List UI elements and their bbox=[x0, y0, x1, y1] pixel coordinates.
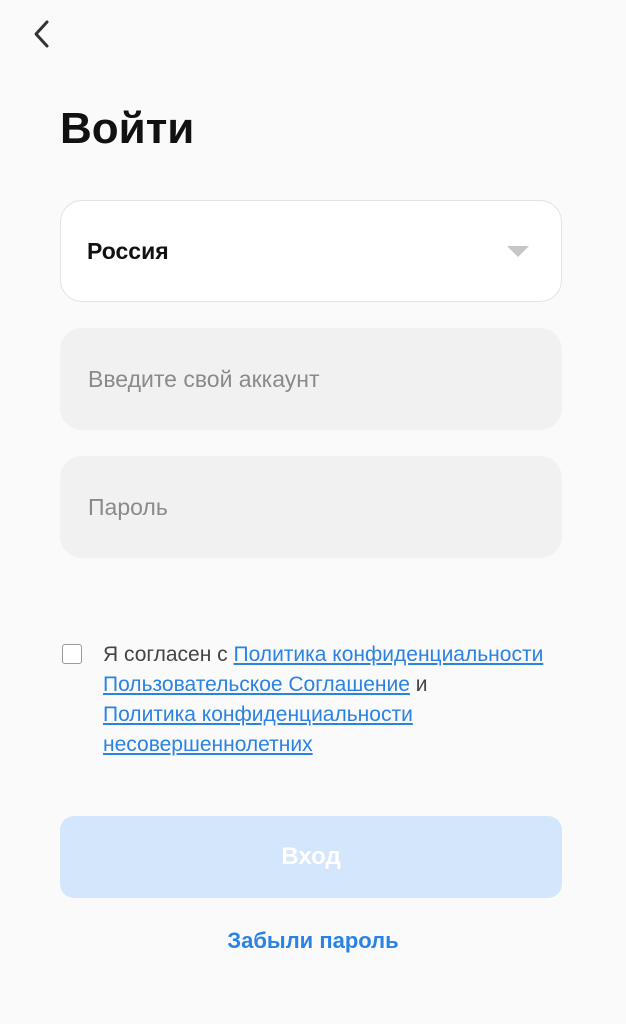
agreement-checkbox[interactable] bbox=[62, 644, 82, 664]
forgot-password-link[interactable]: Забыли пароль bbox=[0, 928, 626, 954]
country-selector[interactable]: Россия bbox=[60, 200, 562, 302]
agreement-block: Я согласен с Политика конфиденциальности… bbox=[62, 640, 562, 760]
caret-down-icon bbox=[507, 245, 529, 257]
page-title: Войти bbox=[60, 104, 195, 153]
user-agreement-link[interactable]: Пользовательское Соглашение bbox=[103, 673, 410, 696]
agreement-text: Я согласен с Политика конфиденциальности… bbox=[103, 640, 562, 760]
account-input[interactable] bbox=[86, 364, 536, 394]
back-button[interactable] bbox=[22, 14, 62, 54]
password-field-container bbox=[60, 456, 562, 558]
account-field-container bbox=[60, 328, 562, 430]
agreement-prefix: Я согласен с bbox=[103, 643, 234, 666]
login-button[interactable]: Вход bbox=[60, 816, 562, 898]
chevron-left-icon bbox=[34, 20, 49, 48]
password-input[interactable] bbox=[86, 492, 536, 522]
country-value: Россия bbox=[87, 237, 169, 264]
minors-privacy-policy-link[interactable]: Политика конфиденциальности несовершенно… bbox=[103, 703, 413, 756]
agreement-connector: и bbox=[409, 673, 428, 696]
privacy-policy-link[interactable]: Политика конфиденциальности bbox=[234, 643, 544, 666]
